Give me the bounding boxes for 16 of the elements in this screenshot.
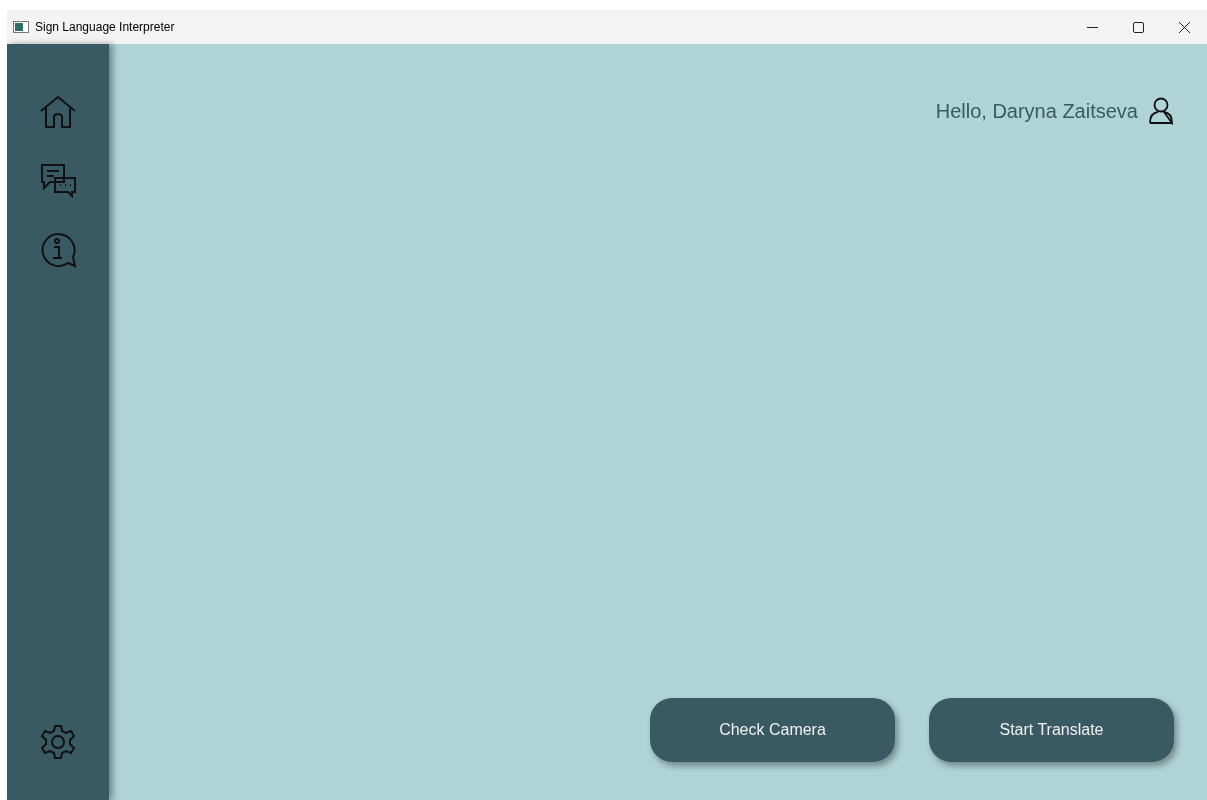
greeting-text: Hello, Daryna Zaitseva: [935, 99, 1138, 124]
user-icon: [1148, 97, 1174, 125]
chat-icon: [38, 162, 78, 198]
info-button[interactable]: [38, 230, 78, 270]
action-button[interactable]: Start Translate: [929, 698, 1174, 762]
info-chat-icon: [38, 230, 78, 270]
app-icon: [13, 21, 29, 33]
window-title: Sign Language Interpreter: [35, 19, 175, 36]
home-icon: [38, 94, 78, 130]
home-button[interactable]: [38, 94, 78, 130]
settings-button[interactable]: [40, 724, 76, 760]
action-button[interactable]: Check Camera: [650, 698, 895, 762]
close-icon: [1178, 21, 1190, 33]
maximize-icon: [1132, 21, 1144, 33]
settings-icon: [40, 724, 76, 760]
chat-button[interactable]: [38, 162, 78, 198]
